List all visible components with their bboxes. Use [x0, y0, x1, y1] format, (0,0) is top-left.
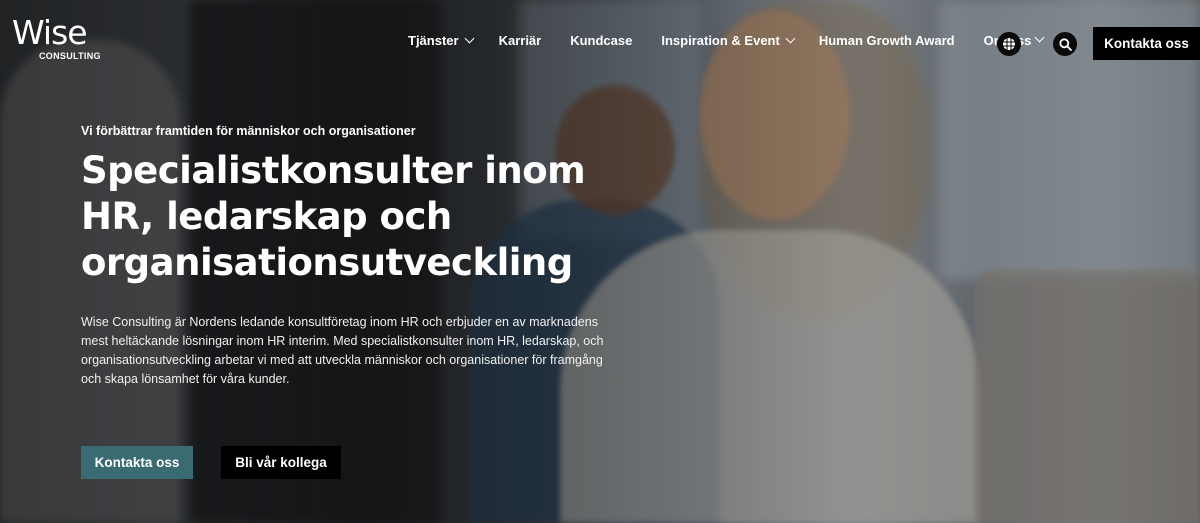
search-icon — [1058, 37, 1072, 51]
search-button[interactable] — [1053, 32, 1077, 56]
contact-us-button[interactable]: Kontakta oss — [81, 446, 193, 479]
nav-item-inspiration-event[interactable]: Inspiration & Event — [661, 33, 796, 48]
chevron-down-icon — [464, 33, 475, 44]
nav-label: Inspiration & Event — [661, 33, 780, 48]
nav-label: Tjänster — [408, 33, 459, 48]
language-selector-button[interactable] — [997, 32, 1021, 56]
logo-wordmark: Wise — [12, 13, 88, 52]
nav-label: Karriär — [498, 33, 542, 48]
hero-content: Vi förbättrar framtiden för människor oc… — [81, 124, 621, 389]
globe-icon — [1003, 38, 1015, 50]
nav-label: Human Growth Award — [818, 33, 955, 48]
nav-item-karriar[interactable]: Karriär — [499, 33, 542, 48]
logo-subtitle: CONSULTING — [39, 51, 101, 61]
headline-line: organisationsutveckling — [81, 241, 573, 284]
main-nav: Tjänster Karriär Kundcase Inspiration & … — [408, 33, 1031, 48]
chevron-down-icon — [785, 33, 796, 44]
hero-description: Wise Consulting är Nordens ledande konsu… — [81, 315, 604, 386]
hero-actions: Kontakta oss Bli vår kollega — [81, 446, 341, 479]
header-contact-button[interactable]: Kontakta oss — [1093, 27, 1200, 60]
hero-section: Wise CONSULTING Tjänster Karriär Kundcas… — [0, 0, 1200, 523]
hero-tagline: Vi förbättrar framtiden för människor oc… — [81, 124, 416, 138]
chevron-down-icon[interactable] — [1034, 32, 1045, 43]
headline-line: HR, ledarskap och — [81, 195, 452, 238]
site-header: Wise CONSULTING Tjänster Karriär Kundcas… — [0, 0, 1200, 88]
logo[interactable]: Wise CONSULTING — [12, 13, 102, 61]
nav-item-human-growth-award[interactable]: Human Growth Award — [819, 33, 955, 48]
headline-line: Specialistkonsulter inom — [81, 149, 586, 192]
nav-item-kundcase[interactable]: Kundcase — [570, 33, 632, 48]
hero-headline: Specialistkonsulter inom HR, ledarskap o… — [81, 148, 621, 286]
nav-item-tjanster[interactable]: Tjänster — [408, 33, 475, 48]
nav-label: Kundcase — [570, 33, 633, 48]
become-colleague-button[interactable]: Bli vår kollega — [221, 446, 341, 479]
